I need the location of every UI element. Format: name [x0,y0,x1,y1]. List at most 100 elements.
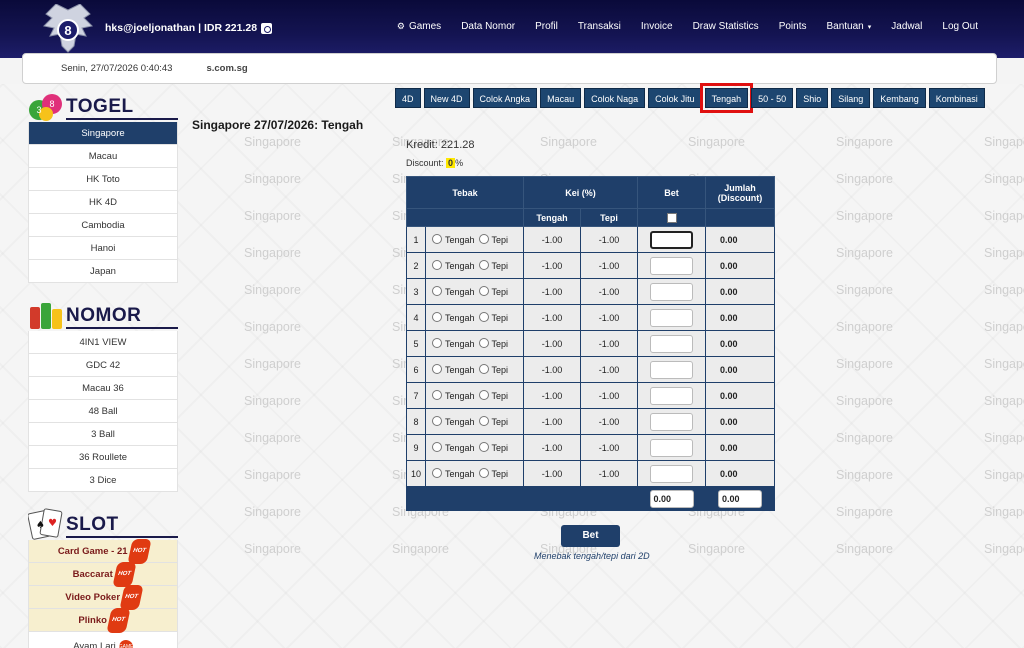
bet-input[interactable] [650,334,693,353]
row-number: 1 [406,226,426,253]
radio-tepi[interactable] [478,286,489,296]
row-options: Tengah Tepi [425,460,524,487]
tab-kembang[interactable]: Kembang [873,88,926,108]
nav-link-bantuan[interactable]: Bantuan ▾ [816,21,881,32]
radio-tengah[interactable] [432,312,442,322]
sidebar-item-36-roullete[interactable]: 36 Roullete [28,446,178,469]
bet-input[interactable] [650,360,693,379]
total-jumlah-field: 0.00 [718,489,762,508]
sidebar-item-hanoi[interactable]: Hanoi [28,237,178,260]
discount-label: Discount: [406,158,444,168]
radio-tengah-label: Tengah [445,469,475,479]
radio-tengah[interactable] [432,416,442,426]
nav-link-data-nomor[interactable]: Data Nomor [451,21,525,32]
radio-tepi[interactable] [478,260,489,270]
radio-tengah[interactable] [432,364,442,374]
nav-link-log-out[interactable]: Log Out [932,21,988,32]
row-options: Tengah Tepi [425,330,524,357]
radio-tepi[interactable] [478,416,489,426]
tab-new-4d[interactable]: New 4D [423,88,470,108]
tab-kombinasi[interactable]: Kombinasi [928,88,985,108]
bet-input[interactable] [650,438,693,457]
jumlah-value: 0.00 [705,460,775,487]
sidebar-item-card-game-21[interactable]: Card Game - 21 HOT [28,538,178,564]
tab-macau[interactable]: Macau [540,88,582,108]
watermark-text: Singapore [688,542,745,556]
radio-tepi[interactable] [478,234,489,244]
tab-tengah[interactable]: Tengah [699,83,754,113]
tab-silang[interactable]: Silang [831,88,871,108]
bet-button[interactable]: Bet [561,525,620,547]
bet-cell [637,304,706,331]
sidebar-item-macau[interactable]: Macau [28,145,178,168]
sidebar-item-macau-36[interactable]: Macau 36 [28,377,178,400]
tab-colok-jitu[interactable]: Colok Jitu [648,88,702,108]
bet-input[interactable] [650,230,693,249]
footer-total-jumlah: 0.00 [705,486,775,511]
radio-tengah[interactable] [432,338,442,348]
jumlah-value: 0.00 [705,304,775,331]
bet-input[interactable] [650,412,693,431]
radio-tepi[interactable] [478,390,489,400]
sidebar-item-baccarat[interactable]: Baccarat HOT [28,561,178,587]
sidebar-item-japan[interactable]: Japan [28,260,178,283]
eagle-logo-icon[interactable]: 8 [42,4,94,54]
radio-tengah[interactable] [432,390,442,400]
bet-table: Tebak Kei (%) Bet Jumlah (Discount) Teng… [406,176,775,511]
subheader-select-all [637,208,706,227]
sidebar-item-ayam-lari[interactable]: Ayam Lari GAME [28,632,178,648]
sidebar-item-plinko[interactable]: Plinko HOT [28,607,178,633]
nav-link-profil[interactable]: Profil [525,21,568,32]
watermark-text: Singapore [984,246,1024,260]
sidebar-item-3-ball[interactable]: 3 Ball [28,423,178,446]
jumlah-value: 0.00 [705,226,775,253]
radio-tepi[interactable] [478,338,489,348]
sidebar-item-hk-4d[interactable]: HK 4D [28,191,178,214]
radio-tengah[interactable] [432,260,442,270]
header-tebak: Tebak [406,176,524,209]
watermark-text: Singapore [244,172,301,186]
nav-link-games[interactable]: ⚙ Games [387,21,451,32]
bet-input[interactable] [650,386,693,405]
sidebar-item-cambodia[interactable]: Cambodia [28,214,178,237]
tab-colok-naga[interactable]: Colok Naga [584,88,646,108]
radio-tengah[interactable] [432,286,442,296]
hint-text: Menebak tengah/tepi dari 2D [534,551,650,561]
camera-icon[interactable] [261,22,273,34]
select-all-checkbox[interactable] [666,212,677,223]
nav-link-jadwal[interactable]: Jadwal [881,21,932,32]
sidebar-item-gdc-42[interactable]: GDC 42 [28,354,178,377]
radio-tengah-label: Tengah [445,235,475,245]
row-number: 2 [406,252,426,279]
tab-shio[interactable]: Shio [796,88,829,108]
bet-input[interactable] [650,256,693,275]
watermark-text: Singapore [244,135,301,149]
bet-input[interactable] [650,464,693,483]
sidebar-item-48-ball[interactable]: 48 Ball [28,400,178,423]
sidebar-item-singapore[interactable]: Singapore [28,122,178,145]
watermark-text: Singapore [836,394,893,408]
table-row: 7 Tengah Tepi -1.00 -1.00 0.00 [406,382,775,409]
radio-tepi[interactable] [478,442,489,452]
tab-colok-angka[interactable]: Colok Angka [472,88,538,108]
radio-tepi[interactable] [478,364,489,374]
radio-tengah[interactable] [432,234,442,244]
nav-link-points[interactable]: Points [769,21,817,32]
nav-link-draw-statistics[interactable]: Draw Statistics [683,21,769,32]
sidebar-item-3-dice[interactable]: 3 Dice [28,469,178,492]
sidebar-item-4in1-view[interactable]: 4IN1 VIEW [28,331,178,354]
nav-link-transaksi[interactable]: Transaksi [568,21,631,32]
radio-tepi[interactable] [478,312,489,322]
nav-link-invoice[interactable]: Invoice [631,21,683,32]
sidebar-item-hk-toto[interactable]: HK Toto [28,168,178,191]
sidebar-item-video-poker[interactable]: Video Poker HOT [28,584,178,610]
tab-50-50[interactable]: 50 - 50 [751,88,794,108]
gamepad-icon: ⚙ [396,21,405,31]
tab-4d[interactable]: 4D [395,88,421,108]
nav-label: Draw Statistics [692,21,759,32]
radio-tengah[interactable] [432,468,442,478]
bet-input[interactable] [650,308,693,327]
radio-tepi[interactable] [478,468,489,478]
radio-tengah[interactable] [432,442,442,452]
bet-input[interactable] [650,282,693,301]
